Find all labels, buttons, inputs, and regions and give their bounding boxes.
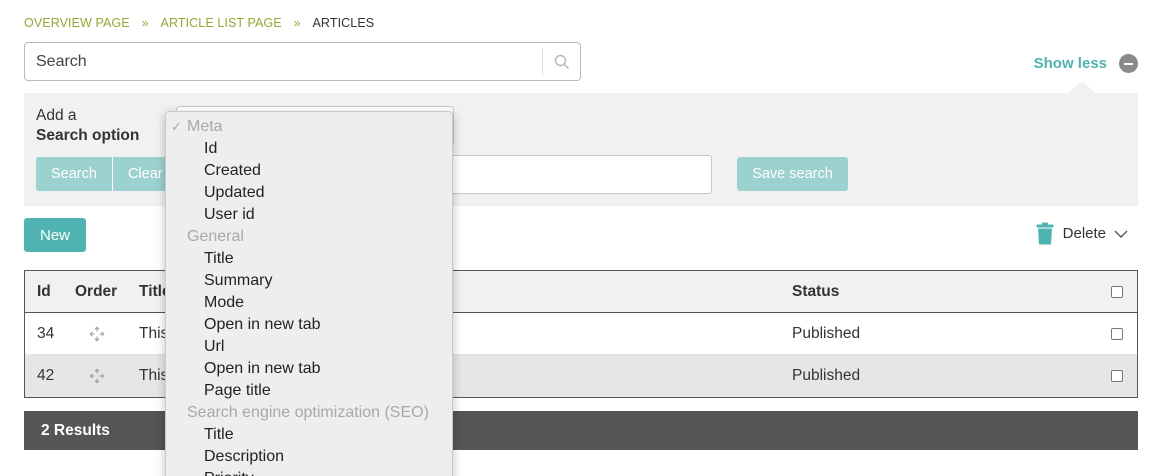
trash-icon <box>1036 222 1054 245</box>
row-status: Published <box>792 367 861 384</box>
dropdown-option[interactable]: Description <box>166 446 452 468</box>
dropdown-group-general: General <box>166 226 452 248</box>
dropdown-option[interactable]: Url <box>166 336 452 358</box>
results-count: 2 Results <box>41 421 110 439</box>
add-search-option-label: Add a Search option <box>36 106 139 146</box>
dropdown-option[interactable]: Mode <box>166 292 452 314</box>
dropdown-option[interactable]: Priority <box>166 468 452 476</box>
breadcrumb-separator: » <box>141 16 149 30</box>
dropdown-group-label: Search engine optimization (SEO) <box>187 404 429 421</box>
column-header-id[interactable]: Id <box>37 271 51 312</box>
move-handle-icon[interactable] <box>89 326 105 342</box>
save-search-button[interactable]: Save search <box>737 157 848 191</box>
row-id: 42 <box>37 367 55 384</box>
show-less-label: Show less <box>1033 55 1107 72</box>
row-status: Published <box>792 324 861 342</box>
dropdown-option[interactable]: Open in new tab <box>166 358 452 380</box>
dropdown-option[interactable]: Page title <box>166 380 452 402</box>
column-header-order[interactable]: Order <box>75 271 117 312</box>
add-label-line2: Search option <box>36 127 140 144</box>
dropdown-option[interactable]: User id <box>166 204 452 226</box>
search-input[interactable] <box>25 43 542 80</box>
dropdown-option[interactable]: Created <box>166 160 452 182</box>
row-id: 34 <box>37 324 55 342</box>
search-button-group: Search Clear <box>36 157 178 191</box>
breadcrumb-separator: » <box>293 16 301 30</box>
dropdown-option[interactable]: Open in new tab <box>166 314 452 336</box>
breadcrumb-article-list-link[interactable]: ARTICLE LIST PAGE <box>161 16 282 30</box>
dropdown-group-label: Meta <box>187 118 223 135</box>
row-order-cell <box>75 355 105 397</box>
new-button[interactable]: New <box>24 218 86 252</box>
row-checkbox[interactable] <box>1111 370 1123 382</box>
dropdown-option[interactable]: Title <box>166 424 452 446</box>
select-all-checkbox-cell <box>1111 271 1123 312</box>
minus-circle-icon <box>1119 54 1138 73</box>
row-order-cell <box>75 313 105 354</box>
panel-pointer <box>1068 81 1096 93</box>
column-header-status[interactable]: Status <box>792 271 839 312</box>
page: OVERVIEW PAGE » ARTICLE LIST PAGE » ARTI… <box>0 0 1160 476</box>
show-less-toggle[interactable]: Show less <box>1034 54 1138 73</box>
breadcrumb: OVERVIEW PAGE » ARTICLE LIST PAGE » ARTI… <box>24 16 374 30</box>
row-checkbox-cell <box>1111 313 1123 354</box>
chevron-down-icon <box>1114 230 1128 238</box>
select-all-checkbox[interactable] <box>1111 285 1123 298</box>
row-checkbox[interactable] <box>1111 327 1123 340</box>
dropdown-option[interactable]: Summary <box>166 270 452 292</box>
breadcrumb-overview-link[interactable]: OVERVIEW PAGE <box>24 16 130 30</box>
search-button[interactable]: Search <box>36 157 113 191</box>
breadcrumb-current: ARTICLES <box>312 16 375 30</box>
dropdown-option[interactable]: Title <box>166 248 452 270</box>
dropdown-group-label: General <box>187 228 244 245</box>
dropdown-list: ✓ Meta Id Created Updated User id Genera… <box>166 112 452 476</box>
delete-label: Delete <box>1062 225 1106 242</box>
search-option-value-field[interactable] <box>448 155 712 194</box>
add-label-line1: Add a <box>36 107 77 124</box>
row-checkbox-cell <box>1111 355 1123 397</box>
search-option-dropdown: ✓ Meta Id Created Updated User id Genera… <box>165 111 453 476</box>
move-handle-icon[interactable] <box>89 368 105 384</box>
search-box <box>24 42 581 81</box>
row-title[interactable]: This <box>139 355 168 397</box>
search-icon <box>554 54 569 69</box>
delete-menu[interactable]: Delete <box>1036 222 1128 245</box>
dropdown-option[interactable]: Updated <box>166 182 452 204</box>
checkmark-icon: ✓ <box>171 119 182 134</box>
dropdown-group-seo: Search engine optimization (SEO) <box>166 402 452 424</box>
search-submit-button[interactable] <box>542 48 580 75</box>
row-title[interactable]: This <box>139 313 168 354</box>
dropdown-group-meta: ✓ Meta <box>166 116 452 138</box>
dropdown-option[interactable]: Id <box>166 138 452 160</box>
